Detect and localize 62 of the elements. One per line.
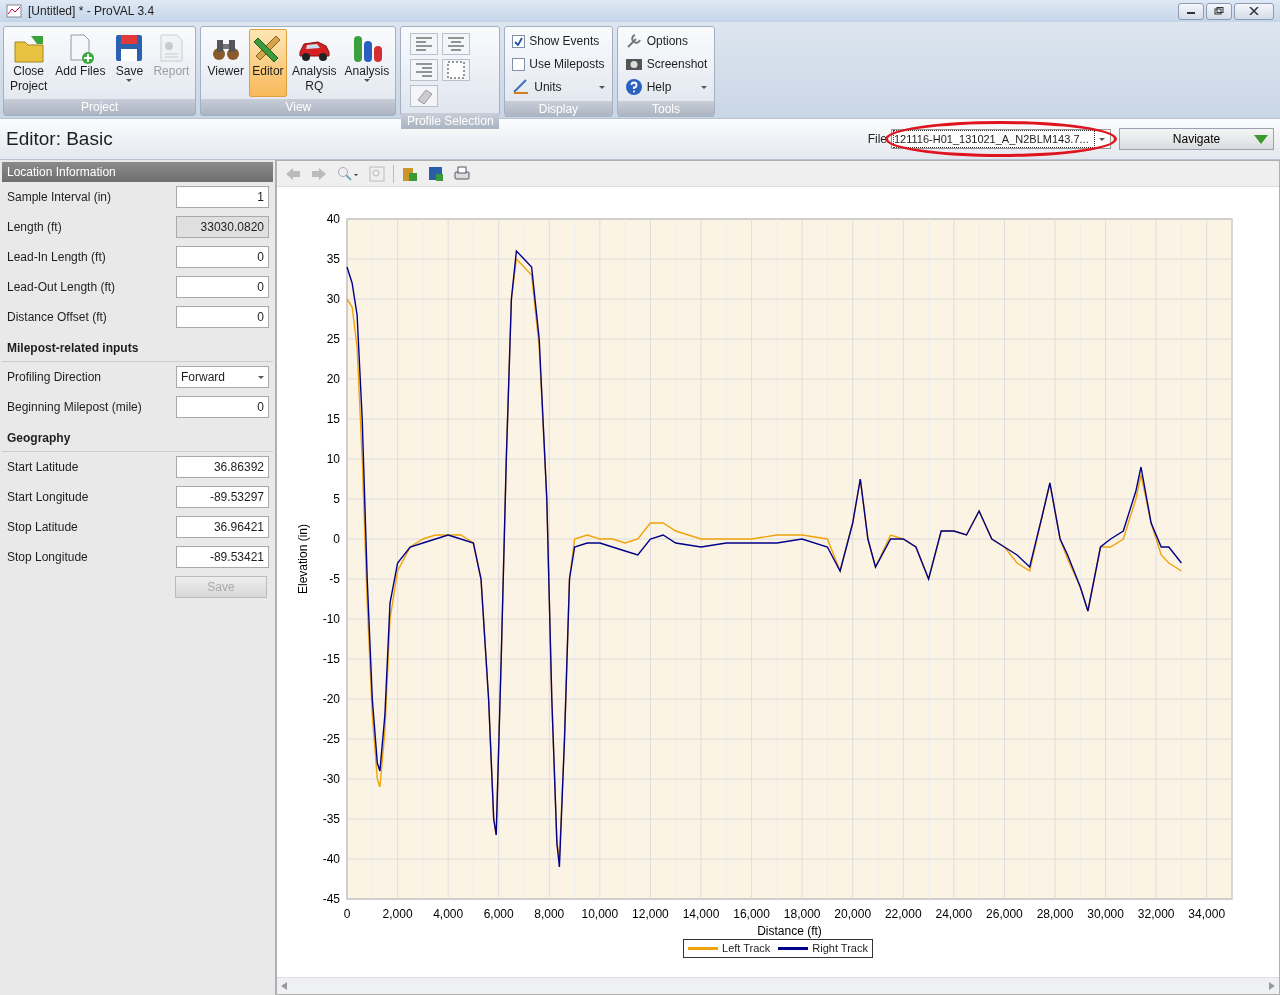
field-label: Lead-Out Length (ft)	[7, 279, 117, 296]
axis-tick-label: 6,000	[483, 907, 514, 921]
section-heading: Milepost-related inputs	[2, 332, 273, 362]
window-title: [Untitled] * - ProVAL 3.4	[28, 3, 155, 20]
field-label: Start Latitude	[7, 459, 80, 476]
axis-tick-label: 10,000	[581, 907, 619, 921]
panel-header: Location Information	[2, 162, 273, 182]
axis-tick-label: 4,000	[433, 907, 464, 921]
ribbon-group-label: Profile Selection	[401, 113, 500, 129]
axis-tick-label: -30	[322, 772, 340, 786]
axis-tick-label: 22,000	[884, 907, 922, 921]
axis-tick-label: 32,000	[1137, 907, 1175, 921]
field-label: Beginning Milepost (mile)	[7, 399, 143, 416]
axis-tick-label: 18,000	[783, 907, 821, 921]
axis-tick-label: -25	[322, 732, 340, 746]
axis-tick-label: -10	[322, 612, 340, 626]
axis-tick-label: 24,000	[935, 907, 973, 921]
axis-tick-label: 30,000	[1087, 907, 1124, 921]
ribbon-group-label: Display	[505, 101, 612, 117]
ribbon-group-label: Project	[4, 99, 196, 115]
axis-tick-label: -45	[322, 892, 340, 906]
axis-tick-label: 40	[326, 212, 340, 226]
file-label: File	[867, 131, 887, 148]
field-label: Profiling Direction	[7, 369, 103, 386]
axis-tick-label: 8,000	[534, 907, 565, 921]
axis-tick-label: 30	[326, 292, 340, 306]
axis-title: Distance (ft)	[757, 924, 822, 938]
section-heading: Geography	[2, 422, 273, 452]
field-label: Stop Latitude	[7, 519, 79, 536]
axis-tick-label: 5	[333, 492, 340, 506]
axis-tick-label: 20,000	[834, 907, 872, 921]
axis-tick-label: 26,000	[986, 907, 1023, 921]
axis-tick-label: 0	[343, 907, 351, 921]
field-label: Start Longitude	[7, 489, 90, 506]
axis-tick-label: 12,000	[632, 907, 669, 921]
field-label: Lead-In Length (ft)	[7, 249, 107, 266]
axis-tick-label: -5	[329, 572, 340, 586]
axis-tick-label: 0	[333, 532, 340, 546]
axis-tick-label: 20	[326, 372, 340, 386]
axis-tick-label: 16,000	[733, 907, 770, 921]
legend-label: Right Track	[812, 941, 868, 956]
axis-tick-label: -15	[322, 652, 340, 666]
axis-tick-label: 34,000	[1188, 907, 1226, 921]
axis-title: Elevation (in)	[296, 524, 310, 594]
legend-label: Left Track	[722, 941, 771, 956]
axis-tick-label: 14,000	[682, 907, 720, 921]
ribbon-group-label: Tools	[617, 101, 715, 117]
axis-tick-label: -40	[322, 852, 340, 866]
axis-tick-label: 35	[326, 252, 340, 266]
editor-title: Editor: Basic	[6, 126, 113, 151]
axis-tick-label: 2,000	[382, 907, 413, 921]
axis-tick-label: 10	[326, 452, 340, 466]
ribbon-group-label: View	[201, 99, 396, 115]
axis-tick-label: -20	[322, 692, 340, 706]
axis-tick-label: 28,000	[1036, 907, 1074, 921]
field-label: Length (ft)	[7, 219, 63, 236]
field-label: Sample Interval (in)	[7, 189, 113, 206]
axis-tick-label: 25	[326, 332, 340, 346]
axis-tick-label: -35	[322, 812, 340, 826]
field-label: Distance Offset (ft)	[7, 309, 108, 326]
axis-tick-label: 15	[326, 412, 340, 426]
field-label: Stop Longitude	[7, 549, 89, 566]
